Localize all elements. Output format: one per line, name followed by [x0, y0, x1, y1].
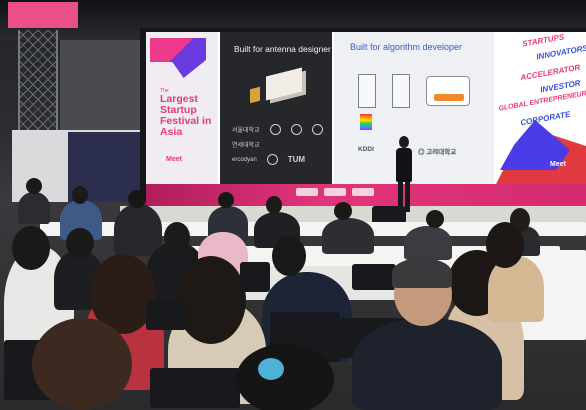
- audience-head-foreground: [236, 344, 334, 410]
- baseball-cap: [392, 258, 452, 288]
- audience-member: [404, 226, 452, 260]
- partner-logos-row-2: 연세대학교: [232, 140, 260, 149]
- algorithm-panel: Built for algorithm developer KDDI ◎ 고려대…: [334, 32, 494, 188]
- audience-head: [72, 186, 88, 204]
- meet-logo: Meet: [166, 156, 182, 163]
- antenna-device-render: [266, 67, 302, 101]
- chair: [150, 368, 240, 408]
- stage-sponsor-logos: [296, 188, 374, 196]
- audience-head: [218, 192, 234, 208]
- rainbow-graphic: [360, 114, 372, 130]
- chair: [240, 262, 270, 292]
- brand-panel: The Largest Startup Festival in Asia Mee…: [146, 32, 218, 188]
- ui-mockup-button: [434, 94, 464, 101]
- partner-emblem-icon: [290, 124, 302, 135]
- partner-logo: 서울대학교: [232, 128, 260, 134]
- partner-logo: TUM: [287, 155, 306, 164]
- speaker: [396, 148, 412, 182]
- audience-head: [164, 222, 190, 252]
- word-corporate: CORPORATE: [519, 109, 571, 128]
- antenna-chip-render: [250, 86, 260, 104]
- audience-head: [12, 226, 50, 270]
- photo-scene: The Largest Startup Festival in Asia Mee…: [0, 0, 586, 410]
- word-innovators: INNOVATORS: [535, 43, 586, 62]
- partner-logo-university: ◎ 고려대학교: [418, 149, 457, 156]
- lighting-truss: [18, 30, 58, 140]
- partner-logos-row-1: 서울대학교: [232, 124, 323, 135]
- audience-head: [128, 190, 146, 208]
- brand-tagline: Largest Startup Festival in Asia: [160, 93, 212, 138]
- partner-logos-row-3: ercodyan TUM: [232, 154, 305, 165]
- partner-emblem-icon: [269, 124, 281, 135]
- audience-head: [26, 178, 42, 194]
- presentation-screen: The Largest Startup Festival in Asia Mee…: [146, 32, 586, 188]
- algorithm-panel-title: Built for algorithm developer: [350, 42, 463, 52]
- partner-logo: ercodyan: [232, 156, 257, 163]
- audience-head: [426, 210, 444, 228]
- audience-long-hair: [176, 256, 246, 344]
- pink-hanging-banner: [8, 2, 78, 28]
- speaker-head: [399, 136, 409, 148]
- sponsor-logo: [324, 188, 346, 196]
- device-diagram: [392, 74, 410, 108]
- partner-emblem-icon: [311, 124, 323, 135]
- community-words-panel: STARTUPS INNOVATORS ACCELERATOR INVESTOR…: [494, 32, 586, 188]
- audience-head: [334, 202, 352, 220]
- brand-graphic: [150, 38, 206, 78]
- antenna-panel-title: Built for antenna designer: [234, 44, 331, 54]
- meet-logo: Meet: [550, 161, 566, 168]
- partner-emblem-icon: [266, 154, 278, 165]
- hair-scrunchie: [258, 358, 284, 380]
- audience-member: [18, 192, 50, 224]
- chair: [146, 300, 186, 330]
- audience-head: [266, 196, 282, 214]
- sponsor-logo: [296, 188, 318, 196]
- partner-logo: 연세대학교: [232, 143, 260, 149]
- audience-head: [272, 236, 306, 276]
- partner-logo-kddi: KDDI: [358, 146, 374, 153]
- audience-member: [114, 204, 162, 256]
- audience-head: [486, 222, 524, 268]
- hall-back-wall: [60, 40, 150, 140]
- audience-member-front: [352, 318, 502, 410]
- antenna-panel: Built for antenna designer 서울대학교 연세대학교 e…: [220, 32, 332, 188]
- device-diagram: [358, 74, 376, 108]
- audience-head-foreground: [32, 318, 132, 410]
- word-startups: STARTUPS: [521, 32, 565, 49]
- ui-mockup-box: [426, 76, 470, 106]
- audience-head: [66, 228, 94, 258]
- sponsor-logo: [352, 188, 374, 196]
- audience-member: [322, 218, 374, 254]
- chair: [352, 264, 396, 290]
